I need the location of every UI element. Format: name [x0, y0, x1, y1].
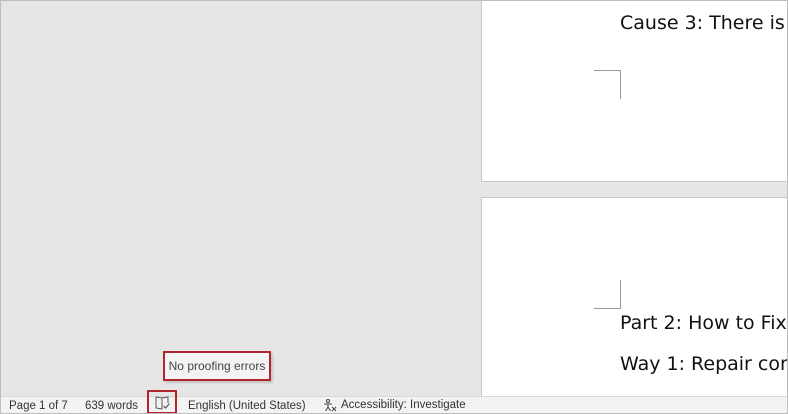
margin-corner-mark	[594, 280, 621, 309]
accessibility-label: Accessibility: Investigate	[341, 399, 466, 411]
word-count[interactable]: 639 words	[85, 399, 138, 413]
status-bar: Page 1 of 7 639 words English (United St…	[1, 390, 787, 413]
page-count[interactable]: Page 1 of 7	[9, 399, 68, 413]
proofing-status-button[interactable]	[147, 390, 177, 413]
heading-cause-3[interactable]: Cause 3: There is no	[620, 12, 787, 34]
heading-part-2[interactable]: Part 2: How to Fix W	[620, 312, 787, 334]
document-page-top[interactable]: Cause 3: There is no	[481, 1, 787, 182]
book-check-icon	[155, 396, 170, 410]
accessibility-icon	[324, 399, 337, 412]
accessibility-button[interactable]: Accessibility: Investigate	[322, 398, 466, 413]
document-page-bottom[interactable]: Part 2: How to Fix W Way 1: Repair corru	[481, 197, 787, 396]
word-window: Cause 3: There is no Part 2: How to Fix …	[0, 0, 788, 414]
proofing-tooltip: No proofing errors	[163, 351, 271, 381]
margin-corner-mark	[594, 70, 621, 99]
heading-way-1[interactable]: Way 1: Repair corru	[620, 353, 787, 375]
language-indicator[interactable]: English (United States)	[188, 399, 306, 413]
document-canvas[interactable]: Cause 3: There is no Part 2: How to Fix …	[1, 1, 787, 396]
